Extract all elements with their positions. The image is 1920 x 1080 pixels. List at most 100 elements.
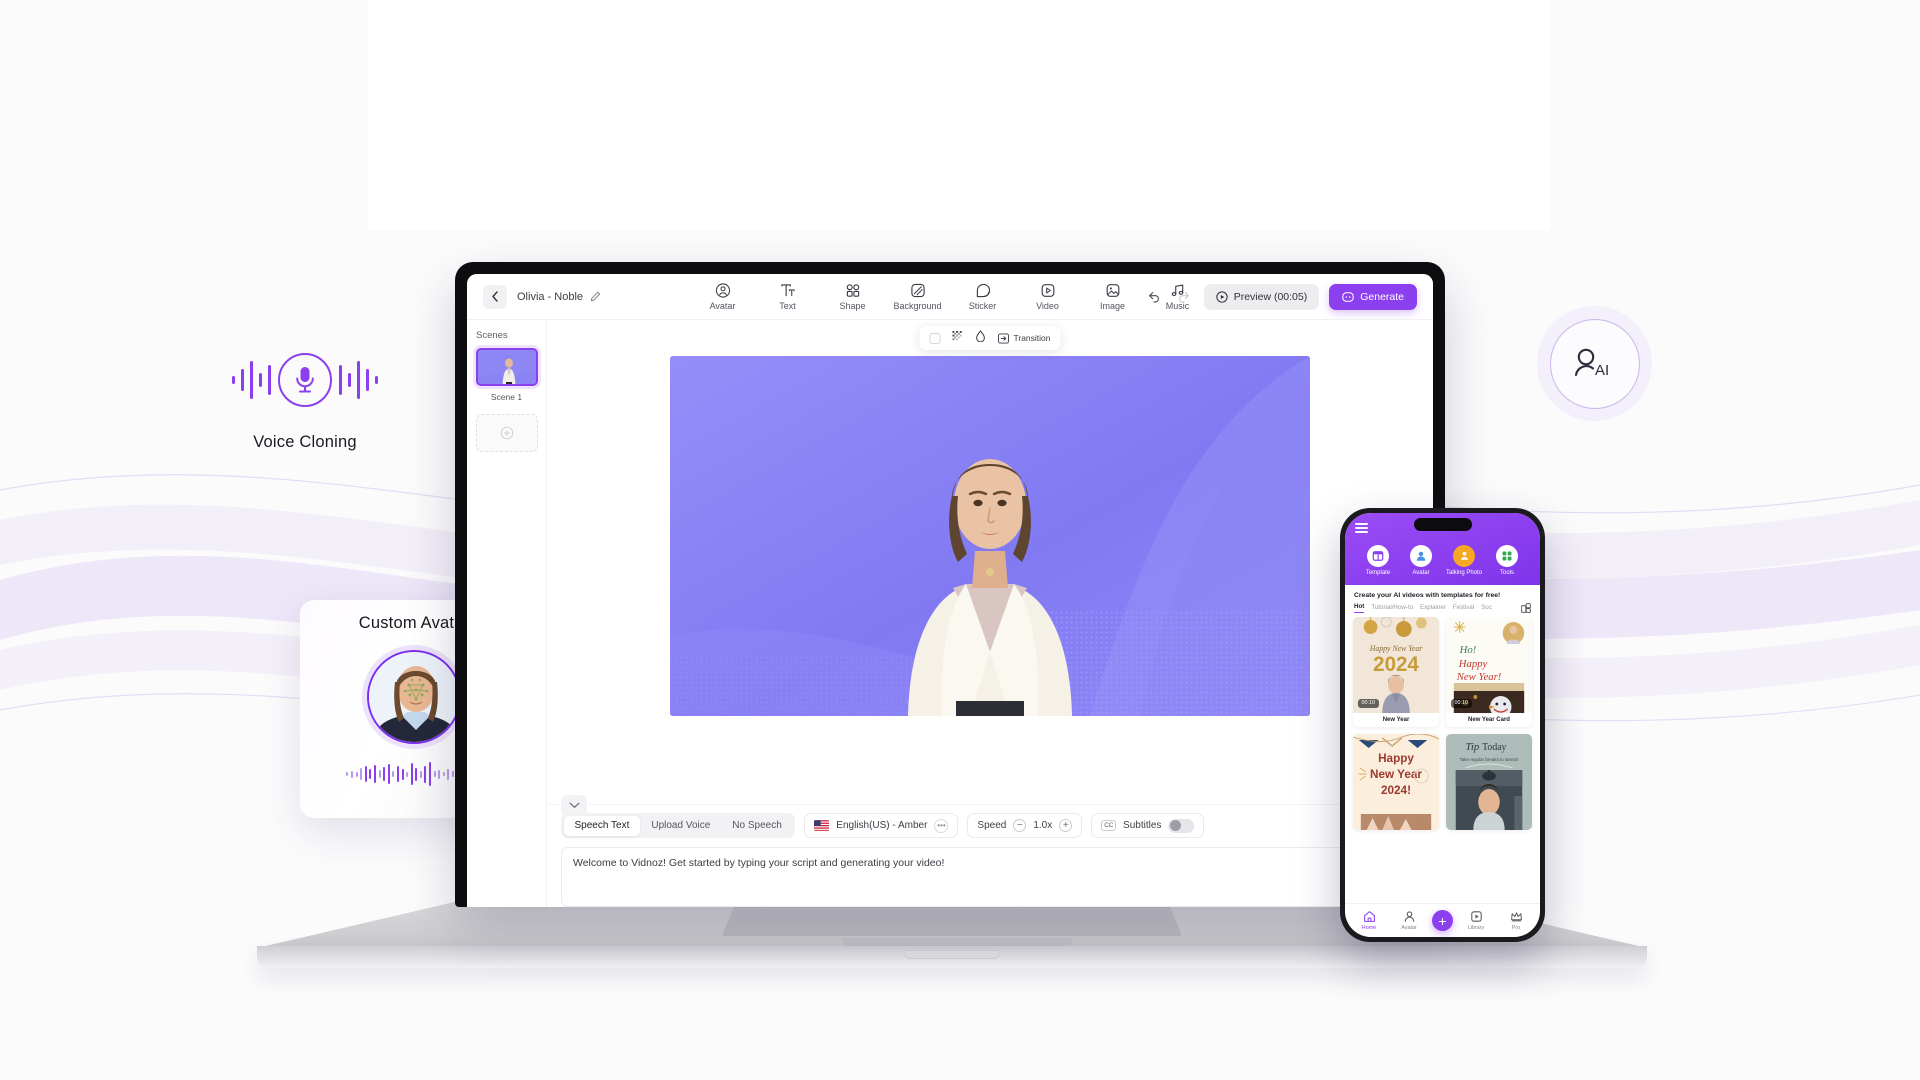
phone-bottom-library[interactable]: Library — [1459, 910, 1493, 931]
script-controls: Speech Text Upload Voice No Speech Engli… — [561, 813, 1419, 838]
scene-label: Scene 1 — [490, 392, 523, 402]
avatar — [367, 650, 461, 744]
template-text: Happy — [1378, 751, 1414, 765]
subtitles-toggle[interactable] — [1168, 818, 1195, 833]
transition-button[interactable]: Transition — [997, 332, 1051, 344]
phone-tab-explainer[interactable]: Explainer — [1420, 604, 1446, 611]
preview-button[interactable]: Preview (00:05) — [1203, 283, 1320, 310]
phone-bottom-label: Library — [1467, 925, 1485, 931]
avatar-icon — [1410, 544, 1432, 567]
preview-label: Preview (00:05) — [1233, 290, 1308, 303]
voice-name: English(US) - Amber — [836, 820, 928, 831]
scene-thumbnail[interactable] — [476, 348, 538, 386]
tool-label: Shape — [839, 300, 866, 311]
crown-icon — [1510, 912, 1522, 922]
sticker-icon — [976, 283, 990, 297]
tool-sticker[interactable]: Sticker — [961, 283, 1005, 311]
tool-background[interactable]: Background — [893, 283, 942, 311]
voice-cloning-block: Voice Cloning — [225, 345, 385, 452]
phone-mockup: Template Avatar Talking Photo Tools Crea… — [1340, 508, 1545, 942]
speed-increase-button[interactable]: + — [1059, 819, 1073, 832]
tool-label: Background — [893, 300, 942, 311]
speed-decrease-button[interactable]: − — [1013, 819, 1027, 832]
tool-image[interactable]: Image — [1091, 283, 1135, 311]
phone-bottom-avatar[interactable]: Avatar — [1392, 910, 1426, 931]
template-card[interactable]: Happy New Year 2024 00:10 New Year — [1353, 616, 1439, 727]
custom-avatar-ring — [362, 645, 466, 749]
template-duration: 00:10 — [1358, 698, 1379, 708]
phone-nav-tools[interactable]: Tools — [1486, 544, 1528, 576]
tool-label: Text — [779, 300, 796, 311]
template-text: Tip — [1465, 741, 1479, 753]
template-card[interactable]: Happy New Year 2024! — [1353, 733, 1439, 830]
phone-nav-talking-photo[interactable]: Talking Photo — [1443, 544, 1485, 576]
phone-tab-hot[interactable]: Hot — [1354, 603, 1365, 613]
generate-button[interactable]: Generate — [1329, 283, 1417, 310]
phone-bottom-home[interactable]: Home — [1352, 910, 1386, 931]
avatar-icon — [715, 282, 730, 298]
phone-bottom-label: Pro — [1511, 925, 1521, 931]
script-textarea[interactable]: Welcome to Vidnoz! Get started by typing… — [561, 847, 1419, 907]
phone-create-button[interactable]: + — [1432, 910, 1453, 931]
template-text: 2024! — [1381, 783, 1411, 797]
phone-bottom-nav: Home Avatar + Library Pro — [1345, 903, 1540, 937]
phone-bottom-label: Home — [1361, 925, 1377, 931]
redo-button[interactable] — [1174, 287, 1194, 307]
cc-icon: CC — [1101, 820, 1117, 831]
redo-icon — [1178, 291, 1189, 302]
subtitles-control: CC Subtitles — [1091, 813, 1205, 838]
microphone-icon — [278, 353, 332, 407]
hamburger-icon[interactable] — [1355, 523, 1368, 533]
template-thumbnail: Happy New Year 2024! — [1353, 733, 1439, 830]
more-dots-icon[interactable]: ••• — [934, 818, 949, 833]
tool-avatar[interactable]: Avatar — [701, 282, 745, 311]
phone-tab-social[interactable]: Soc — [1481, 604, 1492, 611]
phone-tab-tutorial[interactable]: Tutorial/How-to — [1371, 604, 1413, 611]
phone-nav-template[interactable]: Template — [1357, 544, 1399, 576]
tab-no-speech[interactable]: No Speech — [721, 816, 792, 836]
template-card[interactable]: Ho! Happy New Year! 00:10 New Year Card — [1446, 616, 1532, 727]
us-flag-icon — [814, 820, 830, 831]
image-icon — [1106, 283, 1119, 297]
droplet-icon[interactable] — [975, 329, 985, 347]
voice-selector[interactable]: English(US) - Amber ••• — [804, 813, 959, 838]
ai-badge: AI — [1537, 306, 1652, 421]
text-icon — [780, 283, 795, 296]
tab-upload-voice[interactable]: Upload Voice — [640, 816, 721, 836]
add-scene-button[interactable] — [476, 414, 538, 452]
phone-category-tabs: Hot Tutorial/How-to Explainer Festival S… — [1345, 603, 1540, 617]
dynamic-island — [1413, 518, 1472, 531]
editor-body: Scenes Scene 1 Transition Speech Text Up… — [467, 320, 1433, 907]
template-text: Happy — [1458, 658, 1488, 670]
laptop-trackpad — [842, 938, 1072, 946]
phone-header: Template Avatar Talking Photo Tools — [1345, 513, 1540, 585]
categories-icon[interactable] — [1521, 603, 1531, 613]
undo-button[interactable] — [1144, 287, 1164, 307]
transition-label: Transition — [1013, 333, 1051, 343]
tool-video[interactable]: Video — [1026, 283, 1070, 311]
subtitles-label: Subtitles — [1123, 820, 1162, 831]
phone-bottom-pro[interactable]: Pro — [1499, 910, 1533, 931]
background-icon — [910, 283, 925, 297]
collapse-panel-button[interactable] — [561, 795, 587, 815]
dither-pattern-icon[interactable] — [952, 329, 963, 347]
phone-tab-festival[interactable]: Festival — [1453, 604, 1474, 611]
template-card[interactable]: Tip Today Take regular breaks to stretch — [1446, 733, 1532, 830]
back-button[interactable] — [483, 284, 507, 309]
video-canvas[interactable] — [670, 356, 1310, 716]
generate-label: Generate — [1360, 290, 1404, 303]
laptop-keyboard — [722, 902, 1182, 936]
pencil-icon[interactable] — [590, 291, 601, 302]
tab-speech-text[interactable]: Speech Text — [563, 815, 641, 836]
template-text: New Year! — [1456, 671, 1502, 683]
color-swatch-icon[interactable] — [929, 332, 941, 344]
tool-text[interactable]: Text — [766, 283, 810, 311]
editor-header: Olivia - Noble Avatar Text Shape Backgro… — [467, 274, 1433, 320]
tool-shape[interactable]: Shape — [831, 283, 875, 311]
phone-nav-avatar[interactable]: Avatar — [1400, 544, 1442, 576]
page-root: AI Voice Cloning Custom Avatar Olivia - … — [0, 0, 1920, 1080]
laptop-screen: Olivia - Noble Avatar Text Shape Backgro… — [455, 262, 1445, 907]
shape-icon — [846, 283, 859, 297]
chevron-down-icon — [569, 802, 579, 808]
phone-nav-label: Template — [1365, 569, 1391, 576]
